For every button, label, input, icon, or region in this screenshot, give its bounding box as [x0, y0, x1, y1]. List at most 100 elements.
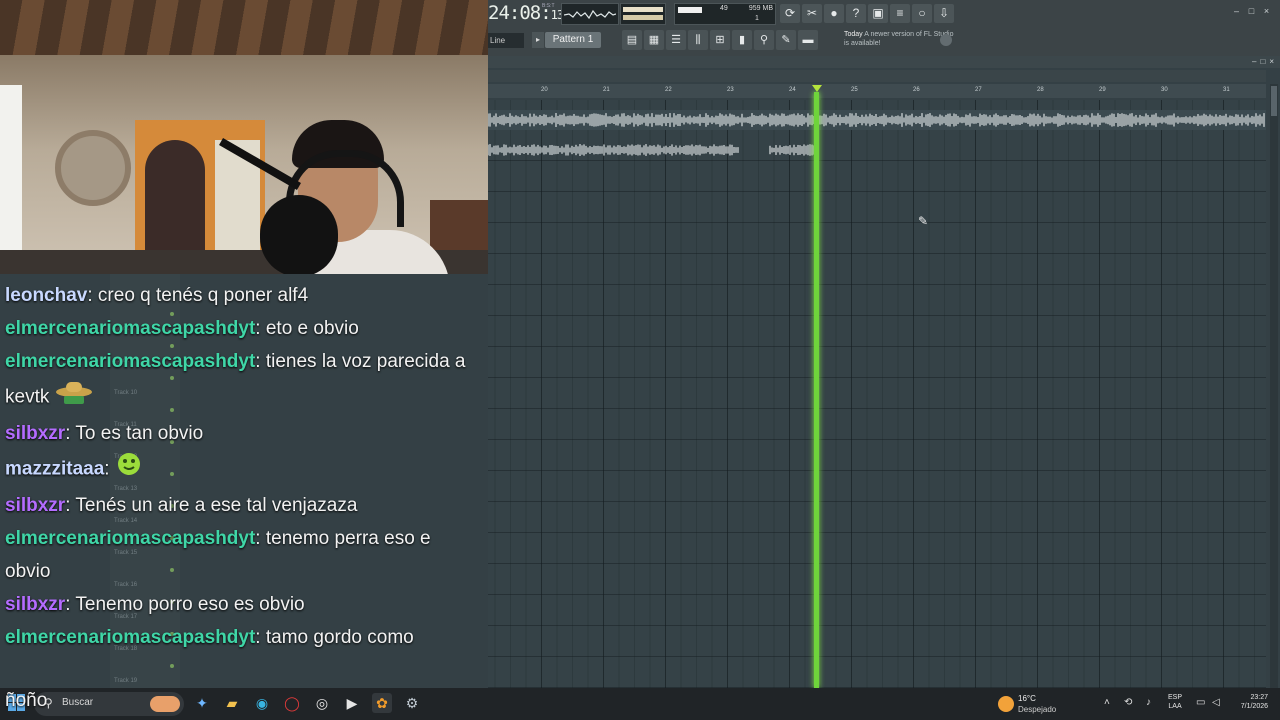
- master-volume-meter[interactable]: [620, 3, 666, 25]
- audio-clip-vocal[interactable]: [488, 138, 818, 162]
- chat-message: leonchav: creo q tenés q poner alf4: [5, 279, 475, 312]
- scroll-thumb[interactable]: [1271, 86, 1277, 116]
- weather-desc: Despejado: [1018, 705, 1057, 714]
- chat-username[interactable]: silbxzr: [5, 594, 65, 615]
- chat-username[interactable]: elmercenariomascapashdyt: [5, 351, 255, 372]
- news-panel[interactable]: Today A newer version of FL Studio is av…: [844, 30, 954, 52]
- chat-message: elmercenariomascapashdyt: tenemo perra e…: [5, 522, 475, 588]
- volume-icon[interactable]: ◁: [1212, 697, 1220, 708]
- playlist-icon[interactable]: ▤: [622, 30, 642, 50]
- opera-icon[interactable]: ◯: [282, 693, 302, 713]
- chat-username[interactable]: silbxzr: [5, 423, 65, 444]
- main-toolbar-icons: ⟳ ✂ ● ? ▣ ≡ ○ ⇩: [780, 4, 954, 23]
- lang-top: ESP: [1168, 694, 1183, 701]
- mic-icon[interactable]: ●: [824, 4, 844, 23]
- chat-username[interactable]: leonchav: [5, 285, 87, 306]
- track-label[interactable]: Track 19: [114, 678, 137, 684]
- display-icon[interactable]: ▭: [1196, 697, 1205, 708]
- reset-icon[interactable]: ⟳: [780, 4, 800, 23]
- cpu-bar: [678, 7, 702, 13]
- bar-number: 20: [541, 87, 548, 93]
- chat-username[interactable]: elmercenariomascapashdyt: [5, 318, 255, 339]
- chat-message: silbxzr: Tenemo porro eso es obvio: [5, 588, 475, 621]
- channel-rack-icon[interactable]: ☰: [666, 30, 686, 50]
- edge-icon[interactable]: ◉: [252, 693, 272, 713]
- chevron-up-icon[interactable]: ˄: [1104, 697, 1110, 708]
- chrome-icon[interactable]: ◎: [312, 693, 332, 713]
- media-player-icon[interactable]: ▶: [342, 693, 362, 713]
- language-indicator[interactable]: ESP LAA: [1168, 693, 1182, 711]
- search-highlight-icon: [150, 696, 180, 712]
- weather-icon: [998, 696, 1014, 712]
- plugin-icon[interactable]: ▮: [732, 30, 752, 50]
- bar-number: 27: [975, 87, 982, 93]
- pattern-selector[interactable]: Pattern 1: [545, 32, 601, 48]
- chat-text: : Tenemo porro eso es obvio: [65, 594, 305, 615]
- bar-number: 25: [851, 87, 858, 93]
- memory-cpu-meter: 49 959 MB 1: [674, 3, 776, 25]
- audio-clip-beat[interactable]: [488, 110, 1266, 130]
- audio-waveform: [488, 113, 1265, 127]
- mic-icon[interactable]: ♪: [1146, 697, 1151, 708]
- help-icon[interactable]: ?: [846, 4, 866, 23]
- brush-icon[interactable]: ✎: [776, 30, 796, 50]
- tools-icon[interactable]: ⚲: [754, 30, 774, 50]
- playlist-titlebar: – □ ×: [488, 56, 1280, 68]
- piano-roll-icon[interactable]: ▦: [644, 30, 664, 50]
- maximize-icon[interactable]: □: [1260, 57, 1265, 66]
- snap-select[interactable]: Line: [488, 33, 524, 48]
- close-icon[interactable]: ×: [1261, 6, 1272, 16]
- close-icon[interactable]: ×: [1269, 57, 1274, 66]
- chat-username[interactable]: elmercenariomascapashdyt: [5, 528, 255, 549]
- chat-icon[interactable]: ○: [912, 4, 932, 23]
- network-icon[interactable]: ⟲: [1124, 697, 1132, 708]
- playlist-grid[interactable]: [488, 100, 1266, 688]
- time-unit: B:S:T: [542, 3, 555, 9]
- minimize-icon[interactable]: –: [1252, 57, 1256, 66]
- playhead-marker[interactable]: [812, 85, 822, 92]
- fl-toolbar: 24:08:13 B:S:T 49 959 MB 1 ⟳ ✂ ● ? ▣ ≡ ○…: [488, 0, 1280, 56]
- window-controls: – □ ×: [1231, 6, 1272, 16]
- ram-value: 959 MB: [748, 5, 773, 12]
- chat-username[interactable]: elmercenariomascapashdyt: [5, 627, 255, 648]
- taskbar-search[interactable]: ⚲ Buscar: [34, 692, 184, 716]
- playlist-overview-scrollbar[interactable]: [488, 70, 1266, 82]
- pattern-prev-icon[interactable]: ▸: [532, 32, 544, 48]
- chat-overflow-text: ñoño: [5, 690, 48, 711]
- timeline-ruler[interactable]: 20 21 22 23 24 25 26 27 28 29 30 31: [488, 84, 1266, 98]
- system-clock[interactable]: 23:27 7/1/2026: [1230, 693, 1268, 711]
- chat-message: silbxzr: Tenés un aire a ese tal venjaza…: [5, 489, 475, 522]
- audio-waveform: [488, 144, 817, 156]
- webcam-ceiling: [0, 0, 488, 55]
- download-icon[interactable]: ⇩: [934, 4, 954, 23]
- browser-icon[interactable]: ⊞: [710, 30, 730, 50]
- weather-widget[interactable]: 16°C Despejado: [998, 692, 1078, 716]
- mixer-icon[interactable]: ⫼: [688, 30, 708, 50]
- bar-number: 31: [1223, 87, 1230, 93]
- cut-icon[interactable]: ✂: [802, 4, 822, 23]
- track-mute-indicator[interactable]: [170, 664, 174, 668]
- chat-text: : Tenés un aire a ese tal venjazaza: [65, 495, 358, 516]
- chat-username[interactable]: silbxzr: [5, 495, 65, 516]
- playlist-scrollbar[interactable]: [1270, 84, 1278, 688]
- mixer-icon[interactable]: ≡: [890, 4, 910, 23]
- save-icon[interactable]: ▣: [868, 4, 888, 23]
- weather-temp: 16°C: [1018, 694, 1036, 703]
- settings-icon[interactable]: ⚙: [402, 693, 422, 713]
- news-globe-icon[interactable]: [940, 34, 952, 46]
- stream-chat: leonchav: creo q tenés q poner alf4 elmer…: [5, 279, 475, 654]
- maximize-icon[interactable]: □: [1246, 6, 1257, 16]
- folder-icon[interactable]: ▰: [222, 693, 242, 713]
- windows-taskbar: ⚲ Buscar ✦ ▰ ◉ ◯ ◎ ▶ ✿ ⚙ 16°C Despejado …: [0, 688, 1280, 720]
- minimize-icon[interactable]: –: [1231, 6, 1242, 16]
- bank-icon[interactable]: ▬: [798, 30, 818, 50]
- green-blob-emote-icon: [115, 450, 143, 489]
- chat-message: elmercenariomascapashdyt: tienes la voz …: [5, 345, 475, 417]
- bar-number: 24: [789, 87, 796, 93]
- copilot-icon[interactable]: ✦: [192, 693, 212, 713]
- lang-bottom: LAA: [1168, 703, 1182, 710]
- bar-number: 22: [665, 87, 672, 93]
- chat-username[interactable]: mazzzitaaa: [5, 459, 104, 480]
- fl-studio-icon[interactable]: ✿: [372, 693, 392, 713]
- news-prefix: Today: [844, 31, 863, 38]
